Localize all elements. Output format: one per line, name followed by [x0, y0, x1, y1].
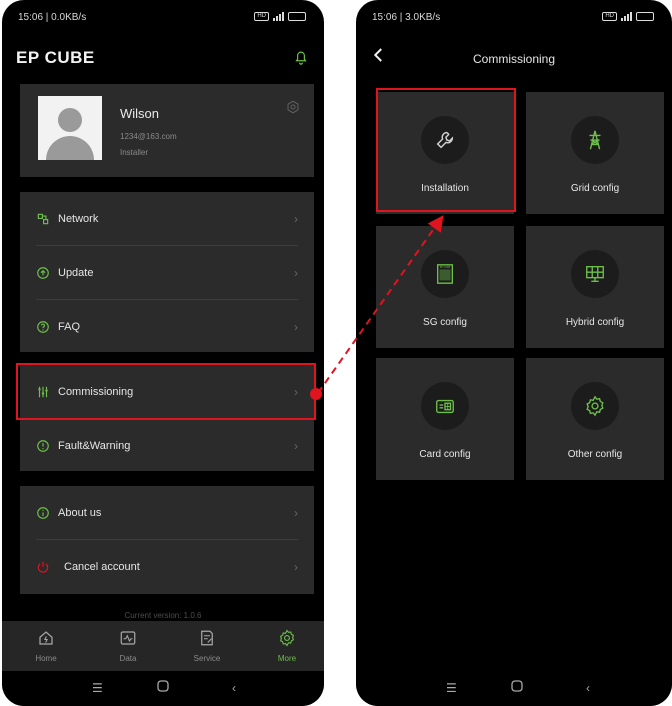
annotation-arrow [310, 215, 444, 400]
